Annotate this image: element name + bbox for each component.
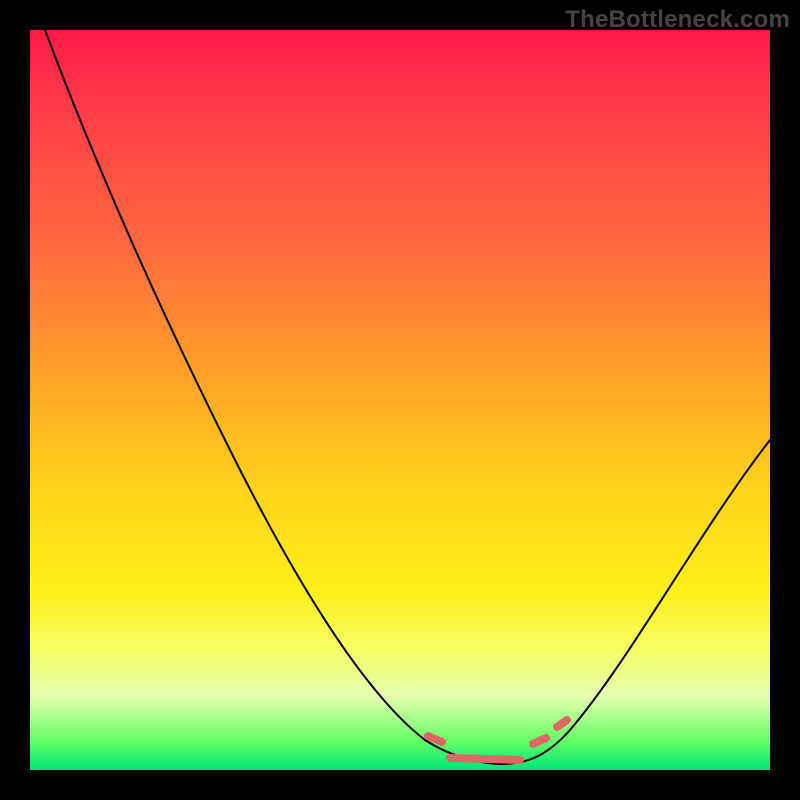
bottleneck-curve [45, 30, 770, 764]
bottom-marker-segments [428, 720, 567, 760]
plot-area [30, 30, 770, 770]
chart-svg [30, 30, 770, 770]
chart-frame: TheBottleneck.com [0, 0, 800, 800]
